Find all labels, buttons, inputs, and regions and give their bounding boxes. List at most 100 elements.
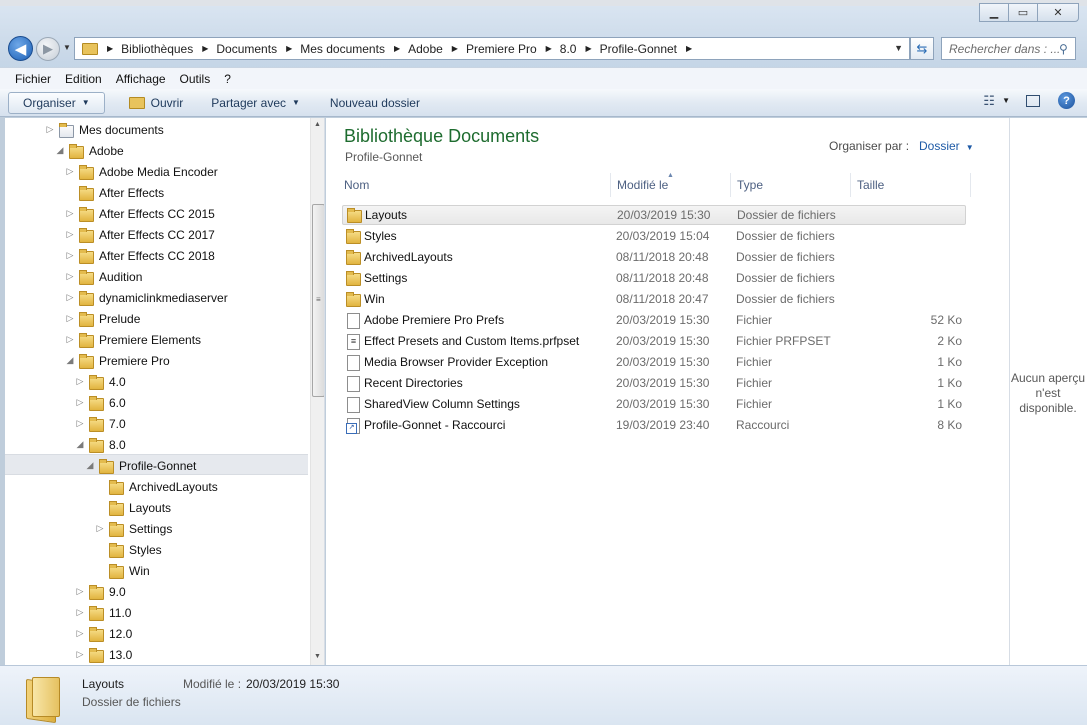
breadcrumb-item[interactable]: Documents [216, 42, 277, 56]
tree-item[interactable]: ▷ 12.0 [75, 623, 132, 644]
expand-icon[interactable]: ▷ [65, 292, 75, 303]
scrollbar-thumb[interactable]: ≡ [312, 204, 324, 397]
menu-item[interactable]: Affichage [109, 72, 173, 86]
expand-icon[interactable]: ▷ [65, 313, 75, 324]
breadcrumb-separator-icon[interactable]: ▶ [686, 44, 692, 53]
tree-scrollbar[interactable]: ▲ ≡ ▼ [310, 118, 324, 665]
expand-icon[interactable]: ▷ [45, 124, 55, 135]
tree-item[interactable]: ▷ After Effects CC 2017 [65, 224, 215, 245]
breadcrumb-item[interactable]: Premiere Pro [466, 42, 537, 56]
breadcrumb-separator-icon[interactable]: ▶ [107, 44, 113, 53]
expand-icon[interactable]: ▷ [75, 397, 85, 408]
close-button[interactable]: ✕ [1037, 3, 1079, 22]
expand-icon[interactable]: ▷ [65, 208, 75, 219]
file-row[interactable]: Media Browser Provider Exception 20/03/20… [342, 352, 966, 372]
breadcrumb-item[interactable]: Bibliothèques [121, 42, 193, 56]
file-row[interactable]: Recent Directories 20/03/2019 15:30 Fichie… [342, 373, 966, 393]
organiser-button[interactable]: Organiser ▼ [8, 91, 105, 114]
forward-arrow-icon[interactable]: ▶ [36, 37, 60, 61]
file-row[interactable]: Win 08/11/2018 20:47 Dossier de fichiers [342, 289, 966, 309]
breadcrumb-separator-icon[interactable]: ▶ [394, 44, 400, 53]
breadcrumb-separator-icon[interactable]: ▶ [546, 44, 552, 53]
column-header-type[interactable]: Type [731, 173, 851, 197]
menu-item[interactable]: ? [217, 72, 238, 86]
expand-icon[interactable]: ▷ [65, 229, 75, 240]
expand-icon[interactable]: ▷ [65, 334, 75, 345]
file-row[interactable]: Settings 08/11/2018 20:48 Dossier de fichi… [342, 268, 966, 288]
file-row[interactable]: Layouts 20/03/2019 15:30 Dossier de fichie… [342, 205, 966, 225]
breadcrumb-separator-icon[interactable]: ▶ [202, 44, 208, 53]
file-row[interactable]: ArchivedLayouts 08/11/2018 20:48 Dossier d… [342, 247, 966, 267]
search-icon[interactable]: ⚲ [1059, 42, 1075, 56]
file-row[interactable]: Styles 20/03/2019 15:04 Dossier de fichier… [342, 226, 966, 246]
breadcrumb-item[interactable]: 8.0 [560, 42, 577, 56]
tree-item[interactable]: ▷ After Effects CC 2015 [65, 203, 215, 224]
tree-item[interactable]: ▷ 6.0 [75, 392, 126, 413]
collapse-icon[interactable]: ◢ [85, 460, 95, 471]
menu-item[interactable]: Outils [173, 72, 218, 86]
breadcrumb-item[interactable]: Adobe [408, 42, 443, 56]
address-dropdown-icon[interactable]: ▼ [894, 43, 903, 53]
share-with-button[interactable]: Partager avec ▼ [201, 92, 310, 114]
scroll-down-arrow-icon[interactable]: ▼ [314, 653, 321, 660]
breadcrumb-separator-icon[interactable]: ▶ [585, 44, 591, 53]
expand-icon[interactable]: ▷ [65, 166, 75, 177]
tree-item[interactable]: After Effects [65, 182, 164, 203]
new-folder-button[interactable]: Nouveau dossier [320, 92, 430, 114]
menu-item[interactable]: Edition [58, 72, 109, 86]
expand-icon[interactable]: ▷ [65, 250, 75, 261]
expand-icon[interactable]: ▷ [75, 376, 85, 387]
expand-icon[interactable]: ▷ [95, 523, 105, 534]
breadcrumb-separator-icon[interactable]: ▶ [286, 44, 292, 53]
tree-item[interactable]: ▷ 13.0 [75, 644, 132, 665]
menu-item[interactable]: Fichier [0, 72, 58, 86]
expand-icon[interactable]: ▷ [75, 586, 85, 597]
tree-item[interactable]: ▷ Prelude [65, 308, 140, 329]
collapse-icon[interactable]: ◢ [75, 439, 85, 450]
tree-item[interactable]: ▷ 9.0 [75, 581, 126, 602]
tree-item[interactable]: Win [95, 560, 150, 581]
back-arrow-icon[interactable]: ◀ [8, 36, 33, 61]
expand-icon[interactable]: ▷ [75, 418, 85, 429]
scroll-up-arrow-icon[interactable]: ▲ [314, 121, 321, 128]
tree-item[interactable]: Styles [95, 539, 162, 560]
tree-item[interactable]: ▷ Premiere Elements [65, 329, 201, 350]
tree-item[interactable]: ▷ Mes documents [45, 119, 164, 140]
tree-item[interactable]: ▷ 11.0 [75, 602, 131, 623]
column-header-name[interactable]: Nom [338, 173, 611, 197]
tree-item[interactable]: ▷ Audition [65, 266, 142, 287]
help-icon[interactable]: ? [1058, 92, 1075, 109]
tree-item[interactable]: ▷ After Effects CC 2018 [65, 245, 215, 266]
breadcrumb-separator-icon[interactable]: ▶ [452, 44, 458, 53]
collapse-icon[interactable]: ◢ [55, 145, 65, 156]
tree-item[interactable]: ◢ Profile-Gonnet [85, 455, 196, 476]
expand-icon[interactable]: ▷ [65, 271, 75, 282]
refresh-icon[interactable]: ⇆ [910, 37, 934, 60]
tree-item[interactable]: ▷ Settings [95, 518, 172, 539]
tree-item[interactable]: ArchivedLayouts [95, 476, 218, 497]
expand-icon[interactable]: ▷ [75, 649, 85, 660]
file-row[interactable]: Profile-Gonnet - Raccourci 19/03/2019 23:… [342, 415, 966, 435]
address-bar[interactable]: ▶ Bibliothèques ▶ Documents ▶ Mes documents ▶ A… [74, 37, 910, 60]
preview-pane-icon[interactable] [1026, 94, 1040, 107]
collapse-icon[interactable]: ◢ [65, 355, 75, 366]
view-dropdown-icon[interactable]: ▼ [1002, 96, 1010, 105]
column-header-size[interactable]: Taille [851, 173, 971, 197]
tree-item[interactable]: Layouts [95, 497, 171, 518]
tree-item[interactable]: ▷ dynamiclinkmediaserver [65, 287, 228, 308]
tree-item[interactable]: ◢ Premiere Pro [65, 350, 170, 371]
recent-pages-chevron-icon[interactable]: ▼ [63, 43, 71, 52]
view-details-icon[interactable]: ☷ [978, 93, 1000, 109]
maximize-button[interactable]: ▭ [1008, 3, 1038, 22]
expand-icon[interactable]: ▷ [75, 628, 85, 639]
tree-item[interactable]: ▷ 7.0 [75, 413, 126, 434]
breadcrumb-item[interactable]: Mes documents [300, 42, 385, 56]
expand-icon[interactable]: ▷ [75, 607, 85, 618]
file-row[interactable]: SharedView Column Settings 20/03/2019 15:… [342, 394, 966, 414]
tree-item[interactable]: ▷ 4.0 [75, 371, 126, 392]
arrange-by-dropdown[interactable]: Dossier ▼ [919, 139, 974, 153]
search-input[interactable]: Rechercher dans : ... ⚲ [941, 37, 1076, 60]
tree-item[interactable]: ▷ Adobe Media Encoder [65, 161, 218, 182]
minimize-button[interactable]: ▁ [979, 3, 1009, 22]
tree-item[interactable]: ◢ Adobe [55, 140, 124, 161]
